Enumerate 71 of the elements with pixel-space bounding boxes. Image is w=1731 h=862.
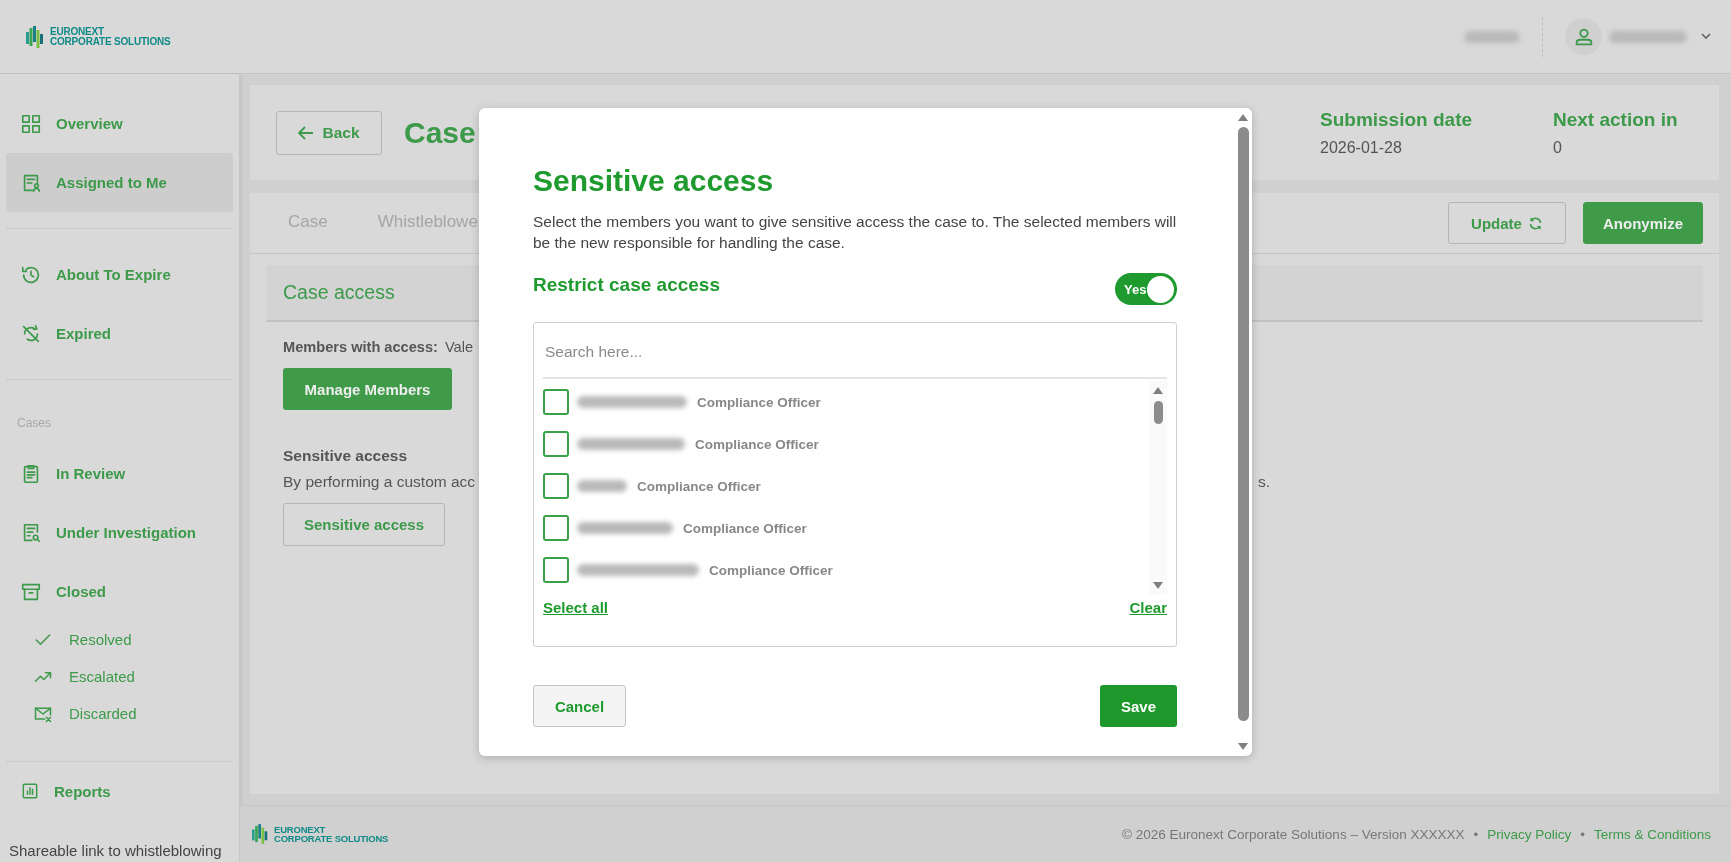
footer-link[interactable]: Privacy Policy	[1487, 826, 1572, 842]
scroll-up-icon[interactable]	[1153, 387, 1163, 394]
cancel-button[interactable]: Cancel	[533, 685, 626, 727]
sidebar-item[interactable]: Reports	[6, 766, 233, 816]
anonymize-button[interactable]: Anonymize	[1583, 202, 1703, 244]
avatar[interactable]	[1565, 18, 1602, 55]
member-role: Compliance Officer	[695, 436, 819, 452]
field-label: Next action in	[1553, 108, 1679, 131]
bar-chart-icon	[20, 781, 40, 801]
member-role: Compliance Officer	[637, 478, 761, 494]
restrict-label: Restrict case access	[533, 274, 720, 296]
scrollbar-thumb[interactable]	[1153, 401, 1163, 424]
field-value: 0	[1553, 138, 1563, 157]
sidebar-item[interactable]: About To Expire	[6, 245, 233, 304]
scroll-down-icon[interactable]	[1153, 582, 1163, 589]
logo-text: CORPORATE SOLUTIONS	[274, 834, 389, 844]
logo-icon	[26, 25, 46, 48]
members-label: Members with access:	[283, 339, 438, 355]
sidebar-item[interactable]: In Review	[6, 444, 233, 503]
save-button[interactable]: Save	[1100, 685, 1177, 727]
scroll-up-icon[interactable]	[1238, 114, 1248, 121]
footer-link[interactable]: Terms & Conditions	[1593, 826, 1711, 842]
logo-text: EURONEXT	[50, 26, 105, 37]
share-link[interactable]: Shareable link to whistleblowing	[6, 842, 233, 862]
description-text: By performing a custom acc	[283, 473, 476, 491]
sensitive-access-button[interactable]: Sensitive access	[283, 503, 445, 546]
update-button[interactable]: Update	[1448, 202, 1566, 244]
manage-members-button[interactable]: Manage Members	[283, 368, 452, 410]
restrict-toggle[interactable]: Yes	[1115, 273, 1177, 305]
case-title: Case	[404, 115, 476, 150]
arrow-left-icon	[298, 125, 315, 140]
member-checkbox[interactable]	[543, 515, 569, 541]
sidebar-item[interactable]: Assigned to Me	[6, 153, 233, 212]
sidebar-item[interactable]: Discarded	[6, 695, 233, 732]
sidebar-item[interactable]: Resolved	[6, 621, 233, 658]
field-value: 2026-01-28	[1320, 138, 1403, 157]
clear-link[interactable]: Clear	[1129, 599, 1167, 616]
back-button[interactable]: Back	[276, 110, 382, 155]
sidebar-item[interactable]: Escalated	[6, 658, 233, 695]
chevron-down-icon[interactable]	[1701, 33, 1711, 40]
member-checkbox[interactable]	[543, 557, 569, 583]
scrollbar-thumb[interactable]	[1237, 127, 1249, 721]
member-checkbox[interactable]	[543, 473, 569, 499]
select-all-link[interactable]: Select all	[543, 599, 609, 616]
blurred-text	[1464, 30, 1520, 43]
logo-icon	[252, 824, 270, 844]
description-text: s.	[1258, 473, 1271, 491]
member-role: Compliance Officer	[683, 520, 807, 536]
sidebar-item[interactable]: Expired	[6, 304, 233, 363]
sidebar-item[interactable]: Closed	[6, 562, 233, 621]
grid-icon	[20, 112, 42, 135]
field-label: Submission date	[1320, 108, 1474, 131]
sidebar-item[interactable]: Overview	[6, 94, 233, 153]
modal-description: Select the members you want to give sensitive access the case to. The selected members will be the new responsible for handling the case.	[533, 212, 1177, 253]
scroll-down-icon[interactable]	[1238, 743, 1248, 750]
logo-text: CORPORATE SOLUTIONS	[50, 36, 171, 47]
members-value: Vale	[444, 339, 474, 355]
member-role: Compliance Officer	[709, 562, 833, 578]
member-role: Compliance Officer	[697, 394, 821, 410]
separator: •	[1473, 826, 1479, 842]
section-title: Sensitive access	[283, 447, 408, 465]
logo-text: EURONEXT	[274, 824, 327, 834]
member-checkbox[interactable]	[543, 431, 569, 457]
member-checkbox[interactable]	[543, 389, 569, 415]
sidebar-item[interactable]: Under Investigation	[6, 503, 233, 562]
copyright-text: © 2026 Euronext Corporate Solutions – Version XXXXXX	[1122, 826, 1465, 842]
crossed-clock-icon	[20, 322, 42, 345]
refresh-icon	[1527, 215, 1543, 231]
separator: •	[1580, 826, 1585, 842]
blurred-name	[577, 480, 627, 492]
modal-title: Sensitive access	[533, 164, 775, 198]
